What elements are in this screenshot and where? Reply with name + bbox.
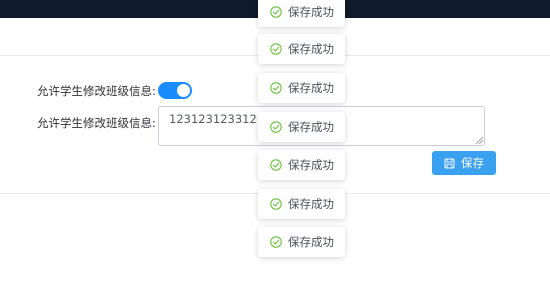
toast-message: 保存成功 [258, 73, 345, 103]
check-circle-icon [270, 159, 282, 171]
toast-message: 保存成功 [258, 0, 345, 27]
allow-edit-toggle[interactable] [158, 82, 192, 99]
toast-text: 保存成功 [288, 5, 334, 19]
toast-message: 保存成功 [258, 150, 345, 180]
check-circle-icon [270, 121, 282, 133]
save-button-label: 保存 [461, 156, 484, 170]
page: 允许学生修改班级信息: 允许学生修改班级信息: 123123123312 保存 … [0, 0, 550, 295]
toast-text: 保存成功 [288, 42, 334, 56]
toast-message: 保存成功 [258, 34, 345, 64]
resize-grip-icon[interactable] [476, 137, 483, 144]
toggle-knob [177, 84, 190, 97]
toast-text: 保存成功 [288, 235, 334, 249]
save-button[interactable]: 保存 [432, 151, 496, 175]
toast-message: 保存成功 [258, 112, 345, 142]
switch-label: 允许学生修改班级信息: [37, 84, 156, 98]
check-circle-icon [270, 82, 282, 94]
toast-message: 保存成功 [258, 189, 345, 219]
textarea-label: 允许学生修改班级信息: [37, 116, 156, 130]
save-icon [444, 158, 455, 169]
check-circle-icon [270, 43, 282, 55]
check-circle-icon [270, 236, 282, 248]
check-circle-icon [270, 6, 282, 18]
check-circle-icon [270, 198, 282, 210]
toast-message: 保存成功 [258, 227, 345, 257]
toast-text: 保存成功 [288, 81, 334, 95]
toast-text: 保存成功 [288, 158, 334, 172]
toast-text: 保存成功 [288, 120, 334, 134]
toast-text: 保存成功 [288, 197, 334, 211]
